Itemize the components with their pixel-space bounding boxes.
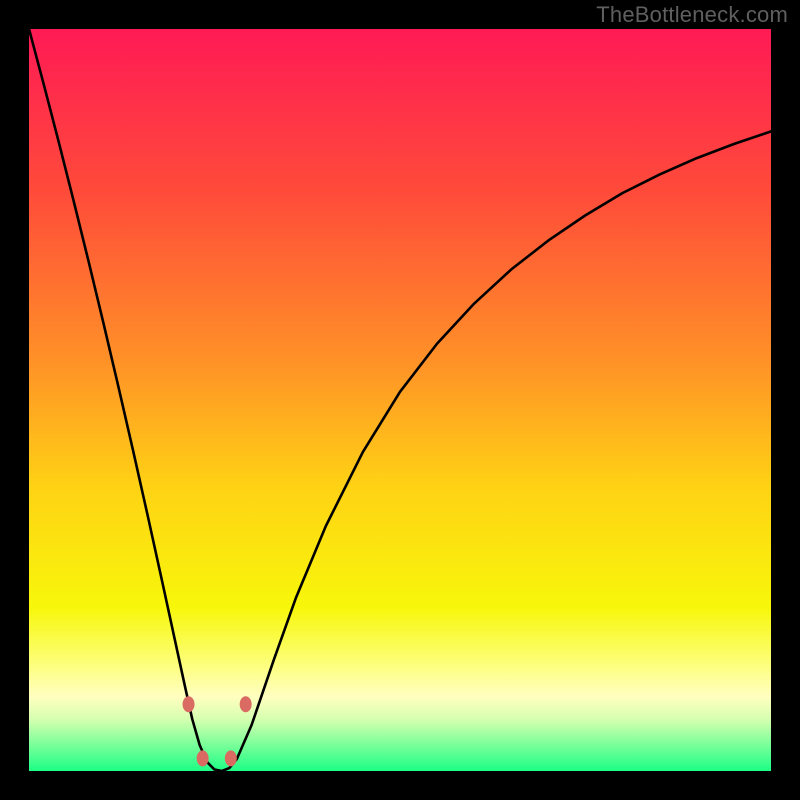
chart-frame: TheBottleneck.com: [0, 0, 800, 800]
curve-marker: [240, 696, 252, 712]
curve-markers: [29, 29, 771, 771]
plot-area: [29, 29, 771, 771]
curve-marker: [183, 696, 195, 712]
curve-marker: [197, 750, 209, 766]
watermark-label: TheBottleneck.com: [596, 2, 788, 28]
curve-marker: [225, 750, 237, 766]
